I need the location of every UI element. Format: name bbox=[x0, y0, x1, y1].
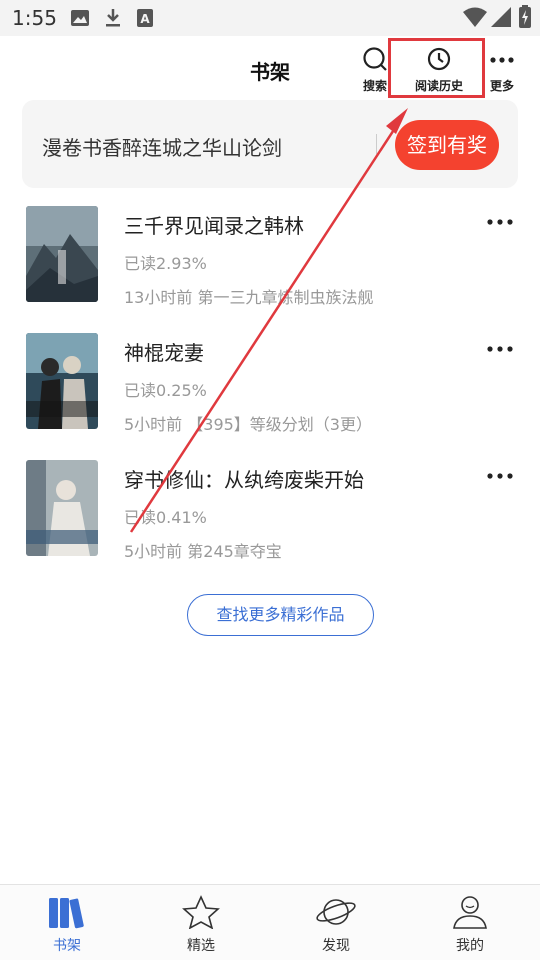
clock-icon bbox=[426, 47, 452, 75]
book-item[interactable]: 穿书修仙：从纨绔废柴开始 已读0.41% 5小时前 第245章夺宝 bbox=[0, 460, 540, 570]
nav-bookshelf[interactable]: 书架 bbox=[17, 895, 117, 955]
banner-text: 漫卷书香醉连城之华山论剑 bbox=[42, 136, 282, 160]
book-menu-icon[interactable] bbox=[480, 341, 520, 365]
planet-icon bbox=[314, 899, 358, 933]
wifi-icon bbox=[462, 6, 488, 32]
immortal-cover-art[interactable] bbox=[26, 460, 98, 556]
star-icon bbox=[179, 895, 223, 933]
search-button[interactable]: 搜索 bbox=[357, 46, 393, 94]
nav-label: 发现 bbox=[322, 938, 350, 954]
image-icon bbox=[70, 8, 90, 32]
header: 书架 搜索 阅读历史 更多 bbox=[0, 36, 540, 100]
book-title: 穿书修仙：从纨绔废柴开始 bbox=[124, 468, 364, 492]
nav-label: 我的 bbox=[456, 938, 484, 954]
bottom-nav: 书架 精选 发现 我的 bbox=[0, 884, 540, 960]
status-bar: 1:55 A bbox=[0, 0, 540, 36]
book-latest-update: 5小时前 【395】等级分划（3更） bbox=[124, 415, 372, 434]
status-time: 1:55 bbox=[12, 6, 57, 30]
book-latest-update: 5小时前 第245章夺宝 bbox=[124, 542, 282, 561]
search-icon bbox=[362, 47, 388, 75]
couple-cover-art[interactable] bbox=[26, 333, 98, 429]
checkin-reward-button[interactable]: 签到有奖 bbox=[395, 120, 499, 170]
book-latest-update: 13小时前 第一三九章炼制虫族法舰 bbox=[124, 288, 374, 307]
book-item[interactable]: 神棍宠妻 已读0.25% 5小时前 【395】等级分划（3更） bbox=[0, 333, 540, 443]
book-progress: 已读2.93% bbox=[124, 254, 207, 273]
bookshelf-icon bbox=[45, 898, 89, 933]
more-dots-icon bbox=[488, 57, 516, 75]
book-title: 三千界见闻录之韩林 bbox=[124, 214, 304, 238]
book-progress: 已读0.41% bbox=[124, 508, 207, 527]
mountain-cover-art[interactable] bbox=[26, 206, 98, 302]
book-menu-icon[interactable] bbox=[480, 468, 520, 492]
battery-charging-icon bbox=[518, 5, 532, 33]
book-menu-icon[interactable] bbox=[480, 214, 520, 238]
banner-divider bbox=[376, 134, 377, 154]
profile-icon bbox=[448, 896, 492, 933]
more-button[interactable]: 更多 bbox=[486, 46, 518, 94]
book-progress: 已读0.25% bbox=[124, 381, 207, 400]
more-label: 更多 bbox=[489, 79, 514, 93]
nav-featured[interactable]: 精选 bbox=[151, 895, 251, 955]
book-title: 神棍宠妻 bbox=[124, 341, 204, 365]
svg-text:A: A bbox=[140, 12, 150, 26]
book-item[interactable]: 三千界见闻录之韩林 已读2.93% 13小时前 第一三九章炼制虫族法舰 bbox=[0, 206, 540, 316]
signal-icon bbox=[490, 6, 512, 32]
reading-history-button[interactable]: 阅读历史 bbox=[398, 46, 480, 94]
download-icon bbox=[104, 8, 122, 32]
search-label: 搜索 bbox=[362, 79, 387, 93]
nav-label: 书架 bbox=[53, 938, 81, 954]
nav-discover[interactable]: 发现 bbox=[286, 895, 386, 955]
nav-profile[interactable]: 我的 bbox=[420, 895, 520, 955]
find-more-button[interactable]: 查找更多精彩作品 bbox=[187, 594, 374, 636]
reading-history-label: 阅读历史 bbox=[414, 79, 463, 93]
nav-label: 精选 bbox=[187, 938, 215, 954]
promo-banner[interactable]: 漫卷书香醉连城之华山论剑 签到有奖 bbox=[22, 100, 518, 188]
text-a-icon: A bbox=[136, 8, 154, 32]
